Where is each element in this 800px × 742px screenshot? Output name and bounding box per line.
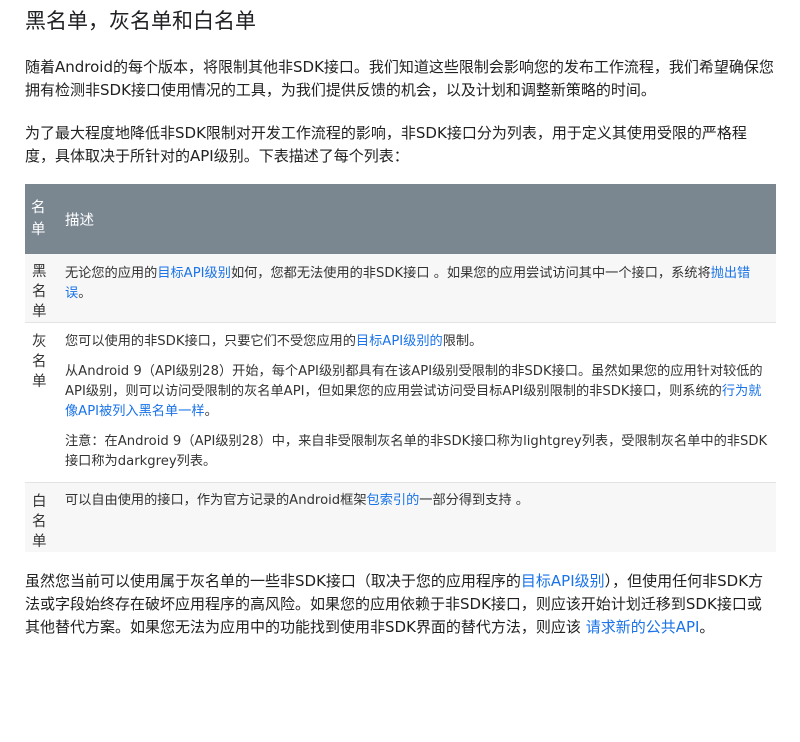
blacklist-desc-middle: 如何，您都无法使用的非SDK接口 。如果您的应用尝试访问其中一个接口，系统将 [230, 266, 711, 281]
blacklist-desc-before: 无论您的应用的 [65, 266, 158, 281]
outro-paragraph: 虽然您当前可以使用属于灰名单的一些非SDK接口（取决于您的应用程序的目标API级… [25, 570, 776, 639]
outro-before: 虽然您当前可以使用属于灰名单的一些非SDK接口（取决于您的应用程序的 [25, 572, 521, 590]
blacklist-name: 黑名单 [25, 254, 57, 323]
greylist-description: 您可以使用的非SDK接口，只要它们不受您应用的目标API级别的限制。 从Andr… [57, 322, 776, 483]
whitelist-desc-after: 一部分得到支持 。 [419, 493, 529, 508]
table-header-row: 名单 描述 [25, 184, 776, 254]
target-api-level-link-2[interactable]: 目标API级别的 [356, 334, 443, 349]
header-name: 名单 [25, 184, 57, 254]
table-row-greylist: 灰名单 您可以使用的非SDK接口，只要它们不受您应用的目标API级别的限制。 从… [25, 322, 776, 483]
table-row-blacklist: 黑名单 无论您的应用的目标API级别如何，您都无法使用的非SDK接口 。如果您的… [25, 254, 776, 323]
greylist-p1-before: 您可以使用的非SDK接口，只要它们不受您应用的 [65, 334, 356, 349]
request-new-api-link[interactable]: 请求新的公共API [586, 618, 700, 636]
greylist-name: 灰名单 [25, 322, 57, 483]
target-api-level-link[interactable]: 目标API级别 [157, 266, 231, 281]
header-description: 描述 [57, 184, 776, 254]
greylist-paragraph-1: 您可以使用的非SDK接口，只要它们不受您应用的目标API级别的限制。 [65, 332, 768, 352]
greylist-p2-before: 从Android 9（API级别28）开始，每个API级别都具有在该API级别受… [65, 364, 763, 399]
target-api-level-link-3[interactable]: 目标API级别 [521, 572, 605, 590]
article: 黑名单，灰名单和白名单 随着Android的每个版本，将限制其他非SDK接口。我… [0, 0, 800, 639]
table-row-whitelist: 白名单 可以自由使用的接口，作为官方记录的Android框架包索引的一部分得到支… [25, 482, 776, 552]
package-index-link[interactable]: 包索引的 [367, 493, 420, 508]
intro-paragraph-1: 随着Android的每个版本，将限制其他非SDK接口。我们知道这些限制会影响您的… [25, 58, 774, 99]
whitelist-name: 白名单 [25, 482, 57, 552]
whitelist-desc-before: 可以自由使用的接口，作为官方记录的Android框架 [65, 493, 367, 508]
greylist-note: 注意：在Android 9（API级别28）中，来自非受限制灰名单的非SDK接口… [65, 434, 768, 469]
greylist-p2-after: 。 [204, 404, 218, 419]
page-title: 黑名单，灰名单和白名单 [25, 9, 256, 33]
blacklist-description: 无论您的应用的目标API级别如何，您都无法使用的非SDK接口 。如果您的应用尝试… [57, 254, 776, 323]
intro-paragraph-2: 为了最大程度地降低非SDK限制对开发工作流程的影响，非SDK接口分为列表，用于定… [25, 124, 747, 165]
outro-after: 。 [699, 618, 715, 636]
whitelist-description: 可以自由使用的接口，作为官方记录的Android框架包索引的一部分得到支持 。 [57, 482, 776, 552]
greylist-p1-after: 限制。 [442, 334, 483, 349]
list-table: 名单 描述 黑名单 无论您的应用的目标API级别如何，您都无法使用的非SDK接口… [25, 184, 776, 552]
greylist-paragraph-2: 从Android 9（API级别28）开始，每个API级别都具有在该API级别受… [65, 362, 768, 422]
blacklist-desc-after: 。 [78, 286, 92, 301]
